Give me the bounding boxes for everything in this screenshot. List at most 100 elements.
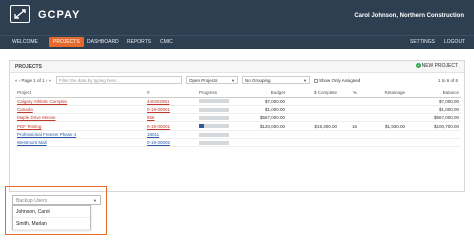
checkbox-icon (314, 78, 318, 83)
retainage-cell (359, 113, 407, 123)
project-name-link[interactable]: PDF Testing (15, 121, 145, 131)
balance-cell: $1,000.00 (407, 105, 461, 115)
only-assigned-checkbox[interactable]: Show Only Assigned (314, 78, 360, 83)
next-page-icon[interactable]: › (46, 78, 48, 83)
first-page-icon[interactable]: « (15, 78, 18, 83)
budget-cell: $567,000.00 (237, 113, 287, 123)
project-name-link[interactable]: Calgary Athletic Complex (15, 97, 145, 106)
nav-logout[interactable]: LOGOUT (444, 39, 465, 45)
progress-cell (197, 113, 237, 123)
plus-icon: + (415, 63, 421, 68)
progress-cell (197, 105, 237, 115)
col-number[interactable]: # (145, 89, 197, 98)
project-number-link[interactable]: 440252951 (145, 97, 197, 106)
progress-cell (197, 121, 237, 131)
percent-cell (339, 113, 359, 123)
page-indicator: Page 1 of 1 (21, 78, 45, 83)
nav-welcome[interactable]: WELCOME (12, 39, 38, 45)
nav-cmic[interactable]: CMIC (160, 39, 173, 45)
progress-fill (199, 124, 204, 129)
retainage-cell (359, 97, 407, 106)
complete-cell (287, 138, 339, 148)
project-number-link[interactable]: 0-19-00001 (145, 121, 197, 131)
table-row[interactable]: PDF Testing 0-19-00001 $120,000.00 $19,300.… (15, 121, 461, 131)
backup-users-dropdown: Johnson, Carol Smith, Marlan (12, 205, 91, 230)
dropdown-option[interactable]: Smith, Marlan (13, 218, 90, 230)
current-user: Carol Johnson, Northern Construction (354, 13, 464, 19)
retainage-cell (359, 138, 407, 148)
table-toolbar: « ‹ Page 1 of 1 › » Filter the data by t… (10, 74, 464, 86)
balance-cell (407, 138, 461, 148)
project-name-link[interactable]: Westmont Mall (15, 138, 145, 148)
gcpay-logo-icon (10, 5, 30, 23)
table-row[interactable]: Maple Drive Minnie 656 $567,000.00 $567,000… (15, 113, 461, 123)
progress-bar (199, 140, 229, 145)
last-page-icon[interactable]: » (49, 78, 52, 83)
new-project-button[interactable]: + NEW PROJECT (415, 63, 458, 69)
nav-projects[interactable]: PROJECTS (49, 37, 84, 47)
project-name-link[interactable]: Canada (15, 105, 145, 115)
status-filter-select[interactable]: Open Projects ▼ (186, 76, 238, 84)
dropdown-option[interactable]: Johnson, Carol (13, 206, 90, 218)
record-range: 1 to 6 of 6 (437, 78, 458, 83)
nav-dashboard[interactable]: DASHBOARD (87, 39, 119, 45)
table-row[interactable]: Calgary Athletic Complex 440252951 $7,000.… (15, 97, 461, 106)
col-complete[interactable]: $ Complete (287, 89, 339, 98)
pager: « ‹ Page 1 of 1 › » (15, 78, 51, 83)
col-retainage[interactable]: Retainage (359, 89, 407, 98)
budget-cell: $120,000.00 (237, 121, 287, 131)
balance-cell (407, 130, 461, 140)
complete-cell (287, 105, 339, 115)
col-project[interactable]: Project (15, 89, 145, 98)
grouping-select[interactable]: No Grouping ▼ (242, 76, 310, 84)
status-filter-value: Open Projects (189, 78, 218, 83)
project-number-link[interactable]: 0-19-00002 (145, 138, 197, 148)
balance-cell: $7,000.00 (407, 97, 461, 106)
percent-cell (339, 97, 359, 106)
brand-name: GCPAY (38, 9, 81, 21)
retainage-cell: $1,930.00 (359, 121, 407, 131)
backup-users-select[interactable]: Backup Users ▼ (12, 195, 101, 205)
percent-cell (339, 105, 359, 115)
complete-cell (287, 130, 339, 140)
table-header-row: Project # Progress Budget $ Complete % R… (15, 89, 461, 98)
progress-bar (199, 124, 229, 129)
project-number-link[interactable]: 656 (145, 113, 197, 123)
chevron-down-icon: ▼ (93, 198, 97, 203)
progress-bar (199, 107, 229, 112)
percent-cell (339, 138, 359, 148)
progress-bar (199, 116, 229, 121)
col-progress[interactable]: Progress (197, 89, 237, 98)
panel-title: PROJECTS (15, 64, 42, 70)
backup-users-placeholder: Backup Users (16, 198, 48, 204)
project-number-link[interactable]: 0-19-00001 (145, 105, 197, 115)
table-row[interactable]: Professional Freezer Phase 4 18011 (15, 130, 461, 140)
table-row[interactable]: Canada 0-19-00001 $1,000.00 $1,000.00 (15, 105, 461, 115)
budget-cell (237, 138, 287, 148)
project-name-link[interactable]: Maple Drive Minnie (15, 113, 145, 123)
prev-page-icon[interactable]: ‹ (19, 78, 21, 83)
complete-cell (287, 97, 339, 106)
budget-cell (237, 130, 287, 140)
nav-reports[interactable]: REPORTS (127, 39, 151, 45)
nav-settings[interactable]: SETTINGS (410, 39, 435, 45)
retainage-cell (359, 105, 407, 115)
project-name-link[interactable]: Professional Freezer Phase 4 (15, 130, 145, 140)
percent-cell (339, 130, 359, 140)
col-percent[interactable]: % (339, 89, 359, 98)
budget-cell: $1,000.00 (237, 105, 287, 115)
progress-bar (199, 99, 229, 104)
only-assigned-label: Show Only Assigned (319, 78, 361, 83)
project-number-link[interactable]: 18011 (145, 130, 197, 140)
balance-cell: $567,000.00 (407, 113, 461, 123)
top-bar: GCPAY Carol Johnson, Northern Constructi… (0, 0, 474, 35)
col-balance[interactable]: Balance (407, 89, 461, 98)
chevron-down-icon: ▼ (231, 78, 235, 83)
projects-panel: PROJECTS + NEW PROJECT « ‹ Page 1 of 1 › … (9, 60, 465, 192)
table-row[interactable]: Westmont Mall 0-19-00002 (15, 138, 461, 148)
progress-cell (197, 130, 237, 140)
balance-cell: $100,700.00 (407, 121, 461, 131)
col-budget[interactable]: Budget (237, 89, 287, 98)
filter-input[interactable]: Filter the data by typing here... (56, 76, 182, 84)
complete-cell (287, 113, 339, 123)
